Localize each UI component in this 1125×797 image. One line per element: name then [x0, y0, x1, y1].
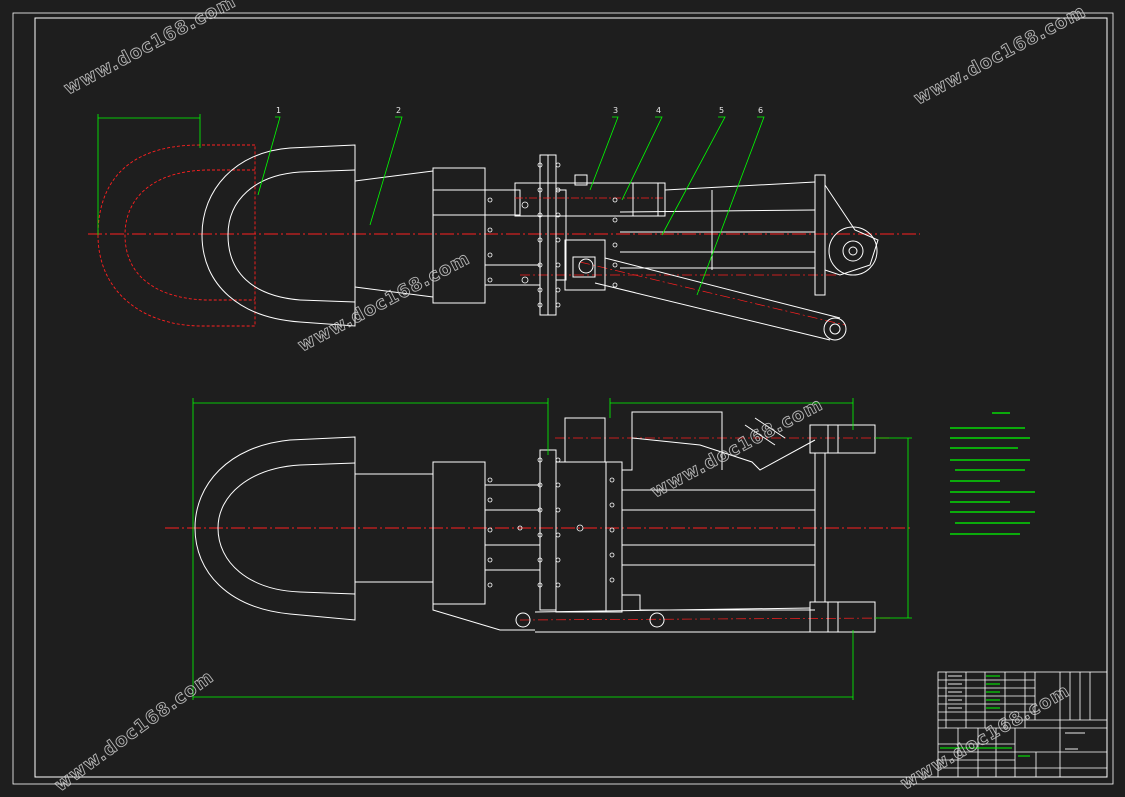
part-number-2: 2	[396, 106, 401, 115]
part-number-5: 5	[719, 106, 724, 115]
top-view	[88, 114, 920, 341]
watermark: www.doc168.com	[910, 1, 1089, 110]
inner-frame	[34, 17, 1108, 778]
watermark: www.doc168.com	[60, 0, 239, 99]
part-number-1: 1	[276, 106, 281, 115]
bottom-view	[165, 398, 912, 700]
pivot-box	[564, 239, 606, 291]
watermark: www.doc168.com	[294, 248, 473, 357]
bucket	[201, 144, 356, 327]
part-number-4: 4	[656, 106, 661, 115]
part-number-6: 6	[758, 106, 763, 115]
part-number-3: 3	[613, 106, 618, 115]
cad-drawing: 1 2 3 4 5 6 www.doc168.com www.doc168.co…	[12, 0, 1114, 796]
mounting-block-plan	[432, 461, 486, 605]
watermarks: www.doc168.com www.doc168.com www.doc168…	[50, 0, 1090, 796]
bucket-plan	[194, 436, 356, 621]
cylinder	[514, 182, 666, 217]
technical-notes	[950, 412, 1035, 535]
outer-frame	[12, 12, 1114, 785]
